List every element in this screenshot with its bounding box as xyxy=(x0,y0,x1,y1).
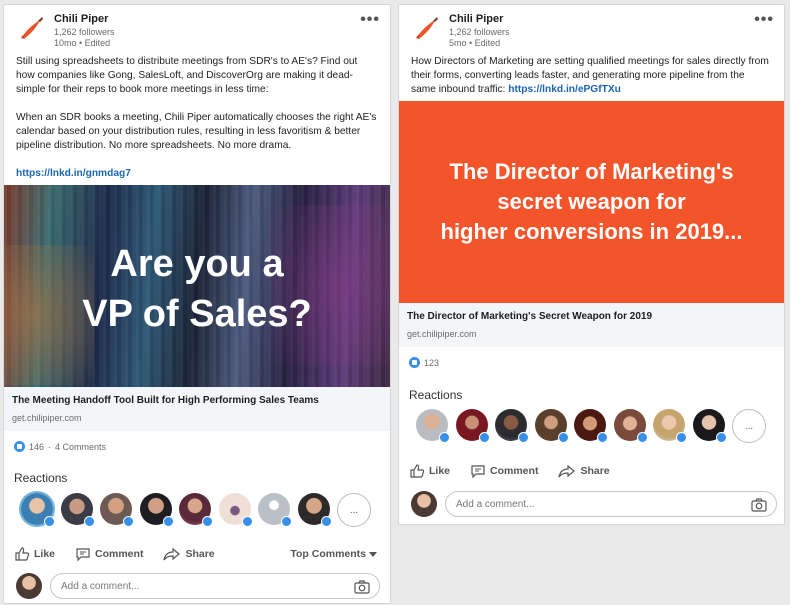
comment-composer: Add a comment... xyxy=(411,491,777,517)
comment-button[interactable]: Comment xyxy=(470,463,538,479)
post-link[interactable]: https://lnkd.in/ePGfTXu xyxy=(508,84,621,95)
avatar[interactable] xyxy=(218,493,253,527)
link-preview[interactable]: The Director of Marketing's Secret Weapo… xyxy=(399,303,784,347)
comment-button[interactable]: Comment xyxy=(75,546,143,562)
comment-count[interactable]: 4 Comments xyxy=(55,442,106,452)
more-reactions-button[interactable]: ... xyxy=(732,409,766,443)
sort-comments-dropdown[interactable]: Top Comments xyxy=(290,548,380,560)
follower-count: 1,262 followers xyxy=(449,27,510,37)
comment-input[interactable]: Add a comment... xyxy=(50,573,380,599)
post-time: 5mo • Edited xyxy=(449,38,501,48)
comment-icon xyxy=(76,548,90,562)
author-name[interactable]: Chili Piper xyxy=(54,13,108,25)
like-count[interactable]: 146 xyxy=(29,442,44,452)
image-headline: Are you a VP of Sales? xyxy=(82,243,312,335)
more-options-icon[interactable]: ••• xyxy=(360,11,380,29)
post-body: How Directors of Marketing are setting q… xyxy=(399,49,784,97)
avatar-placeholder-icon[interactable] xyxy=(258,493,292,527)
reactions-avatars: ... xyxy=(416,409,766,443)
share-icon xyxy=(163,547,181,561)
post-header: Chili Piper 1,262 followers 10mo • Edite… xyxy=(4,5,390,49)
post-link[interactable]: https://lnkd.in/gnmdag7 xyxy=(16,168,131,179)
more-options-icon[interactable]: ••• xyxy=(754,11,774,29)
comment-composer: Add a comment... xyxy=(16,573,380,599)
post-actions: Like Comment Share xyxy=(409,463,775,479)
avatar[interactable] xyxy=(455,409,490,443)
caret-down-icon xyxy=(369,552,377,557)
post-paragraph: When an SDR books a meeting, Chili Piper… xyxy=(16,112,377,151)
avatar[interactable] xyxy=(495,409,529,443)
follower-count: 1,262 followers xyxy=(54,27,115,37)
avatar[interactable] xyxy=(139,493,174,527)
avatar[interactable] xyxy=(100,493,134,527)
comment-input[interactable]: Add a comment... xyxy=(445,491,777,517)
post-header: Chili Piper 1,262 followers 5mo • Edited… xyxy=(399,5,784,49)
link-preview-title: The Meeting Handoff Tool Built for High … xyxy=(12,395,319,406)
link-preview-domain: get.chilipiper.com xyxy=(12,413,82,423)
thumbs-up-icon xyxy=(15,547,30,561)
post-body: Still using spreadsheets to distribute m… xyxy=(4,49,390,181)
post-paragraph: Still using spreadsheets to distribute m… xyxy=(16,56,358,95)
reactions-heading: Reactions xyxy=(409,388,463,402)
post-card-director-marketing: Chili Piper 1,262 followers 5mo • Edited… xyxy=(398,4,785,525)
user-avatar[interactable] xyxy=(411,491,437,517)
camera-icon[interactable] xyxy=(751,498,767,512)
more-reactions-button[interactable]: ... xyxy=(337,493,371,527)
avatar[interactable] xyxy=(692,409,727,443)
post-image[interactable]: The Director of Marketing's secret weapo… xyxy=(399,101,784,303)
link-preview-title: The Director of Marketing's Secret Weapo… xyxy=(407,311,653,322)
post-time: 10mo • Edited xyxy=(54,38,111,48)
like-reaction-icon xyxy=(409,357,420,368)
reactions-heading: Reactions xyxy=(14,471,68,485)
link-preview-domain: get.chilipiper.com xyxy=(407,329,477,339)
camera-icon[interactable] xyxy=(354,580,370,594)
avatar[interactable] xyxy=(179,493,213,527)
chili-piper-logo-icon[interactable] xyxy=(411,13,441,43)
like-button[interactable]: Like xyxy=(14,546,55,562)
avatar[interactable] xyxy=(21,493,55,527)
chili-piper-logo-icon[interactable] xyxy=(16,13,46,43)
like-button[interactable]: Like xyxy=(409,463,450,479)
share-button[interactable]: Share xyxy=(558,463,610,479)
post-card-vp-sales: Chili Piper 1,262 followers 10mo • Edite… xyxy=(3,4,391,604)
thumbs-up-icon xyxy=(410,464,425,478)
avatar[interactable] xyxy=(297,493,332,527)
link-preview[interactable]: The Meeting Handoff Tool Built for High … xyxy=(4,387,390,431)
image-headline: The Director of Marketing's secret weapo… xyxy=(440,159,743,244)
avatar[interactable] xyxy=(534,409,569,443)
share-button[interactable]: Share xyxy=(163,546,215,562)
avatar[interactable] xyxy=(416,409,450,443)
like-count[interactable]: 123 xyxy=(424,358,439,368)
social-counts: 123 xyxy=(409,357,439,368)
comment-icon xyxy=(471,465,485,479)
avatar[interactable] xyxy=(613,409,648,443)
post-image[interactable]: Are you a VP of Sales? xyxy=(4,185,390,387)
author-name[interactable]: Chili Piper xyxy=(449,13,503,25)
post-actions: Like Comment Share Top Comments xyxy=(14,546,380,562)
reactions-avatars: ... xyxy=(21,493,371,527)
avatar[interactable] xyxy=(60,493,95,527)
avatar[interactable] xyxy=(574,409,608,443)
avatar[interactable] xyxy=(653,409,687,443)
social-counts: 146 · 4 Comments xyxy=(14,441,106,452)
like-reaction-icon xyxy=(14,441,25,452)
share-icon xyxy=(558,464,576,478)
user-avatar[interactable] xyxy=(16,573,42,599)
